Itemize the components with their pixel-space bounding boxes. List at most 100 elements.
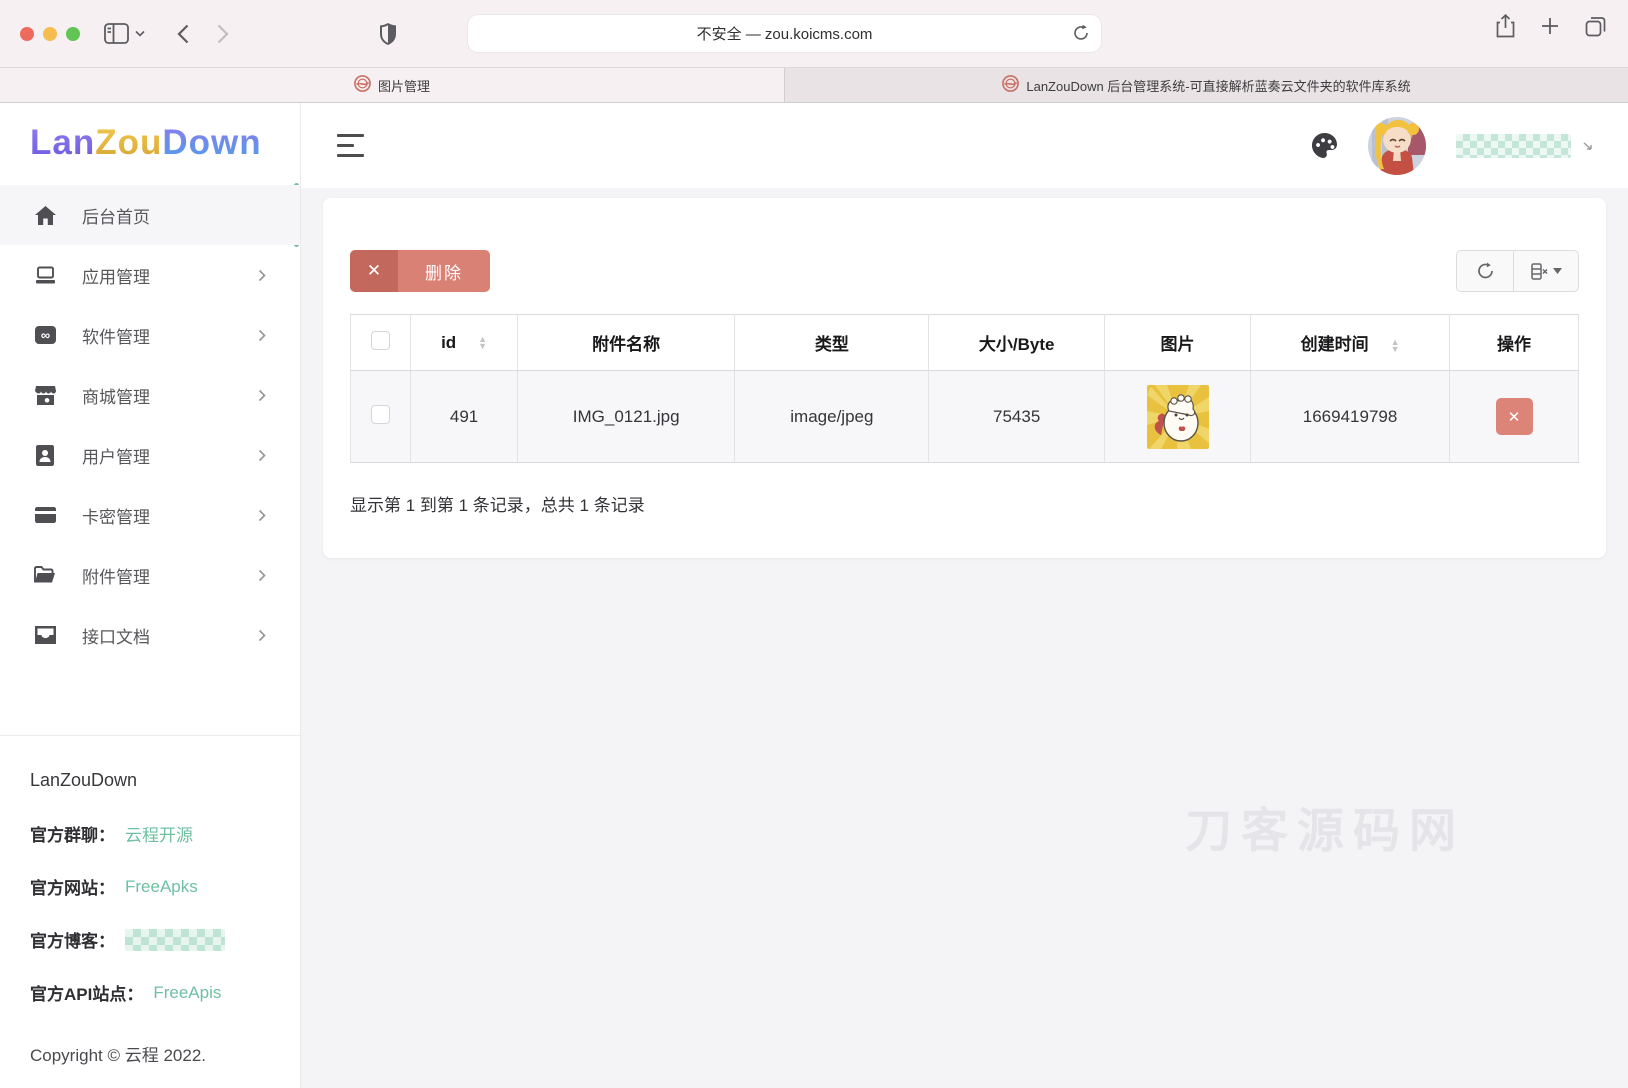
theme-palette-icon[interactable] [1311,132,1338,159]
chevron-right-icon [258,509,266,522]
share-icon[interactable] [1496,14,1515,38]
chevron-right-icon [258,569,266,582]
sidebar-item-label: 卡密管理 [82,503,150,528]
id-badge-icon [34,445,56,466]
caret-down-icon [1553,268,1562,274]
footer-label-group-chat: 官方群聊： [30,821,115,846]
card-toolbar: ✕ 删除 [350,250,1579,292]
header-actions: 操作 [1450,315,1579,371]
logo-part-zou: Zou [95,123,162,163]
traffic-lights [20,27,80,41]
sidebar-item-card-key-management[interactable]: 卡密管理 [0,485,300,545]
minimize-window-button[interactable] [43,27,57,41]
username-blurred[interactable] [1456,134,1571,158]
footer-link-blog-blurred[interactable] [125,929,225,951]
sidebar-item-label: 后台首页 [82,203,150,228]
footer-link-freeapis[interactable]: FreeApis [153,983,221,1003]
header-id[interactable]: id▲▼ [411,315,518,371]
header-image: 图片 [1104,315,1250,371]
header-created-time[interactable]: 创建时间▲▼ [1251,315,1450,371]
sidebar-item-label: 软件管理 [82,323,150,348]
close-window-button[interactable] [20,27,34,41]
forward-button[interactable] [217,24,229,44]
sidebar-item-store-management[interactable]: 商城管理 [0,365,300,425]
reload-icon[interactable] [1073,24,1089,47]
inbox-icon [34,626,56,644]
columns-toggle-button[interactable] [1513,250,1579,292]
cell-id: 491 [411,371,518,463]
sidebar-footer: LanZouDown 官方群聊： 云程开源 官方网站： FreeApks 官方博… [0,735,300,1066]
user-caret-icon [1583,141,1592,150]
cell-actions: ✕ [1450,371,1579,463]
tab-favicon [354,75,371,95]
delete-button-label: 删除 [398,250,490,292]
chevron-right-icon [258,449,266,462]
sidebar-item-software-management[interactable]: ∞ 软件管理 [0,305,300,365]
tab-lanzoudown-system[interactable]: LanZouDown 后台管理系统-可直接解析蓝奏云文件夹的软件库系统 [785,68,1628,102]
app-logo: LanZouDown [0,103,300,183]
attachment-table-card: ✕ 删除 [323,198,1606,558]
address-bar-text: 不安全 — zou.koicms.com [697,23,873,44]
sidebar-item-label: 用户管理 [82,443,150,468]
select-all-checkbox[interactable] [371,331,390,350]
logo-part-lan: Lan [30,123,95,163]
back-button[interactable] [177,24,189,44]
delete-button[interactable]: ✕ 删除 [350,250,490,292]
sidebar-item-api-docs[interactable]: 接口文档 [0,605,300,665]
user-avatar[interactable] [1368,117,1426,175]
sidebar-item-app-management[interactable]: 应用管理 [0,245,300,305]
attachment-thumbnail[interactable] [1147,385,1209,449]
delete-x-icon: ✕ [350,250,398,292]
cell-created-time: 1669419798 [1251,371,1450,463]
browser-titlebar: 不安全 — zou.koicms.com [0,0,1628,67]
footer-link-yuncheng[interactable]: 云程开源 [125,821,193,846]
footer-label-website: 官方网站： [30,874,115,899]
new-tab-icon[interactable] [1541,17,1559,35]
folder-open-icon [34,566,56,584]
content-area: ✕ 删除 [301,188,1628,1088]
sidebar-item-label: 应用管理 [82,263,150,288]
sidebar: LanZouDown 后台首页 应用管理 ∞ 软件管理 [0,103,301,1088]
tab-strip: 图片管理 LanZouDown 后台管理系统-可直接解析蓝奏云文件夹的软件库系统 [0,67,1628,103]
main-header [301,103,1628,188]
svg-text:∞: ∞ [40,328,49,343]
logo-part-down: Down [162,123,261,163]
chevron-right-icon [258,389,266,402]
credit-card-icon [34,507,56,523]
table-row: 491 IMG_0121.jpg image/jpeg 75435 [351,371,1579,463]
address-bar[interactable]: 不安全 — zou.koicms.com [468,15,1101,52]
cell-attachment-name: IMG_0121.jpg [518,371,735,463]
sidebar-menu: 后台首页 应用管理 ∞ 软件管理 商城管理 [0,183,300,665]
footer-label-api-site: 官方API站点： [30,980,143,1005]
tab-overview-icon[interactable] [1585,16,1606,37]
sidebar-item-user-management[interactable]: 用户管理 [0,425,300,485]
footer-link-freeapks[interactable]: FreeApks [125,877,198,897]
sort-icon: ▲▼ [478,336,487,350]
sidebar-item-attachment-management[interactable]: 附件管理 [0,545,300,605]
sidebar-toggle-icon[interactable] [104,23,129,44]
attachments-table: id▲▼ 附件名称 类型 大小/Byte 图片 创建时间▲▼ 操作 491 [350,314,1579,463]
zoom-window-button[interactable] [66,27,80,41]
tab-image-management[interactable]: 图片管理 [0,68,785,102]
chevron-right-icon [258,269,266,282]
header-attachment-name: 附件名称 [518,315,735,371]
watermark-text: 刀客源码网 [1185,792,1465,861]
records-summary: 显示第 1 到第 1 条记录，总共 1 条记录 [350,491,1579,516]
chevron-right-icon [258,329,266,342]
infinity-icon: ∞ [34,325,56,345]
tab-label: 图片管理 [378,76,430,95]
menu-toggle-icon[interactable] [337,134,364,157]
sidebar-item-dashboard[interactable]: 后台首页 [0,185,300,245]
footer-brand: LanZouDown [30,770,270,791]
footer-label-blog: 官方博客： [30,927,115,952]
row-delete-button[interactable]: ✕ [1496,398,1533,435]
chevron-right-icon [258,629,266,642]
sidebar-item-label: 商城管理 [82,383,150,408]
header-select-all [351,315,411,371]
privacy-shield-icon[interactable] [379,23,397,45]
table-header-row: id▲▼ 附件名称 类型 大小/Byte 图片 创建时间▲▼ 操作 [351,315,1579,371]
row-checkbox[interactable] [371,405,390,424]
refresh-button[interactable] [1456,250,1513,292]
sidebar-chevron-down-icon[interactable] [135,30,145,37]
tab-favicon [1002,75,1019,95]
